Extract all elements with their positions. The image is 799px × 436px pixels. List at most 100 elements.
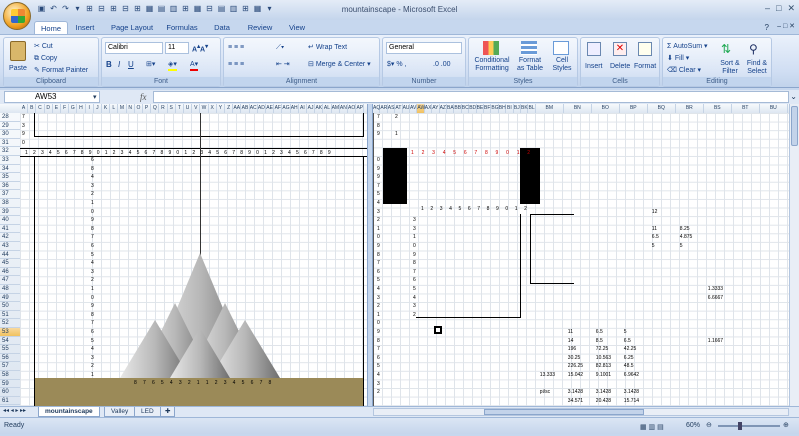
sheet-tab-valley[interactable]: Valley [104, 407, 136, 417]
column-header[interactable]: BL [528, 104, 536, 113]
column-header[interactable]: AY [432, 104, 440, 113]
column-header[interactable]: C [36, 104, 45, 113]
align-left-icon[interactable]: ≡ ≡ ≡ [228, 60, 244, 69]
column-header[interactable]: BF [484, 104, 492, 113]
column-header[interactable]: J [94, 104, 102, 113]
conditional-formatting-button[interactable]: Conditional Formatting [472, 57, 512, 73]
row-header[interactable]: 45 [0, 259, 20, 268]
orientation-icon[interactable]: ⟋▾ [276, 43, 284, 52]
merge-center-button[interactable]: ⊟ Merge & Center ▾ [308, 60, 371, 69]
format-table-icon[interactable] [521, 41, 537, 55]
binoculars-icon[interactable]: ⚲ [749, 42, 758, 56]
sheet-nav-icon[interactable]: ◂◂ ◂ ▸ ▸▸ [3, 407, 26, 414]
help-icon[interactable]: ? [765, 23, 769, 32]
indent-icon[interactable]: ⇤ ⇥ [276, 60, 290, 69]
column-header[interactable]: O [135, 104, 143, 113]
maximize-icon[interactable]: □ [776, 3, 781, 14]
column-header[interactable]: BT [732, 104, 760, 113]
column-header[interactable]: P [143, 104, 152, 113]
row-header[interactable]: 49 [0, 294, 20, 303]
column-header[interactable]: U [184, 104, 193, 113]
bold-icon[interactable]: B [106, 60, 112, 69]
name-box-dropdown-icon[interactable]: ▾ [93, 93, 97, 101]
column-header[interactable]: A [20, 104, 29, 113]
row-header[interactable]: 53 [0, 328, 20, 337]
column-header[interactable]: AF [274, 104, 283, 113]
font-color-icon[interactable]: A▾ [190, 60, 199, 71]
column-header[interactable]: BJ [514, 104, 521, 113]
column-header[interactable]: BQ [648, 104, 676, 113]
column-header[interactable]: S [168, 104, 176, 113]
column-header[interactable]: D [45, 104, 53, 113]
column-header[interactable]: AT [395, 104, 403, 113]
column-header[interactable]: AO [348, 104, 357, 113]
zoom-level[interactable]: 60% [686, 418, 700, 434]
tab-review[interactable]: Review [243, 21, 277, 34]
paste-button[interactable]: Paste [9, 64, 27, 73]
zoom-slider[interactable] [718, 422, 780, 430]
column-header[interactable]: AW [417, 104, 425, 113]
fill-button[interactable]: ⬇ Fill ▾ [667, 54, 689, 63]
row-header[interactable]: 58 [0, 371, 20, 380]
horizontal-scrollbar[interactable] [373, 408, 789, 416]
left-pane-grid[interactable]: 1 2 3 4 5 6 7 8 9 0 1 2 3 4 5 6 7 8 9 0 … [20, 113, 367, 406]
sort-filter-button[interactable]: Sort & Filter [717, 60, 743, 76]
row-header[interactable]: 42 [0, 233, 20, 242]
column-header[interactable]: BC [462, 104, 470, 113]
decimal-icon[interactable]: .0 .00 [433, 60, 451, 69]
column-header[interactable]: AS [388, 104, 396, 113]
sheet-tab-mountainscape[interactable]: mountainscape [38, 407, 100, 417]
column-header[interactable]: BK [521, 104, 529, 113]
column-header[interactable]: BU [760, 104, 788, 113]
cut-button[interactable]: ✂ Cut [34, 42, 53, 51]
column-header[interactable]: N [127, 104, 135, 113]
row-header[interactable]: 38 [0, 199, 20, 208]
clear-button[interactable]: ⌫ Clear ▾ [667, 66, 701, 75]
row-header[interactable]: 34 [0, 165, 20, 174]
column-header[interactable]: B [28, 104, 37, 113]
row-header[interactable]: 28 [0, 113, 20, 122]
column-header[interactable]: AK [315, 104, 324, 113]
column-header[interactable]: BM [536, 104, 564, 113]
column-header[interactable]: F [61, 104, 70, 113]
column-header[interactable]: AA [233, 104, 242, 113]
row-header[interactable]: 30 [0, 130, 20, 139]
column-header[interactable]: I [86, 104, 94, 113]
row-header[interactable]: 61 [0, 397, 20, 406]
insert-cells-icon[interactable] [587, 42, 601, 56]
row-header[interactable]: 52 [0, 319, 20, 328]
autosum-button[interactable]: Σ AutoSum ▾ [667, 42, 708, 51]
column-header[interactable]: AU [403, 104, 410, 113]
tab-view[interactable]: View [284, 21, 310, 34]
column-header[interactable]: AI [299, 104, 307, 113]
grow-font-icon[interactable]: A▴A▾ [192, 43, 208, 54]
tab-insert[interactable]: Insert [70, 21, 100, 34]
column-header[interactable]: AC [250, 104, 258, 113]
cell-styles-icon[interactable] [553, 41, 569, 55]
column-header[interactable]: AN [340, 104, 348, 113]
workbook-controls[interactable]: – □ ✕ [777, 22, 795, 30]
zoom-out-icon[interactable]: ⊖ [706, 418, 712, 434]
insert-button[interactable]: Insert [585, 62, 603, 71]
close-icon[interactable]: ✕ [787, 3, 795, 14]
column-header[interactable]: Q [151, 104, 160, 113]
row-header[interactable]: 33 [0, 156, 20, 165]
column-header[interactable]: AE [266, 104, 275, 113]
column-header[interactable]: AJ [307, 104, 316, 113]
row-header[interactable]: 43 [0, 242, 20, 251]
column-header[interactable]: AP [356, 104, 365, 113]
row-header[interactable]: 54 [0, 337, 20, 346]
format-as-table-button[interactable]: Format as Table [515, 57, 545, 73]
row-header[interactable]: 39 [0, 208, 20, 217]
paste-icon[interactable] [10, 41, 26, 61]
column-header[interactable]: G [69, 104, 78, 113]
column-header[interactable]: AG [282, 104, 291, 113]
row-header[interactable]: 40 [0, 216, 20, 225]
column-header[interactable]: M [118, 104, 127, 113]
find-select-button[interactable]: Find & Select [743, 60, 771, 76]
function-icon[interactable]: fx [140, 92, 147, 102]
column-header[interactable]: T [176, 104, 184, 113]
currency-icon[interactable]: $▾ % , [387, 60, 406, 69]
active-cell-cursor[interactable] [434, 326, 442, 334]
row-header[interactable]: 31 [0, 139, 20, 148]
